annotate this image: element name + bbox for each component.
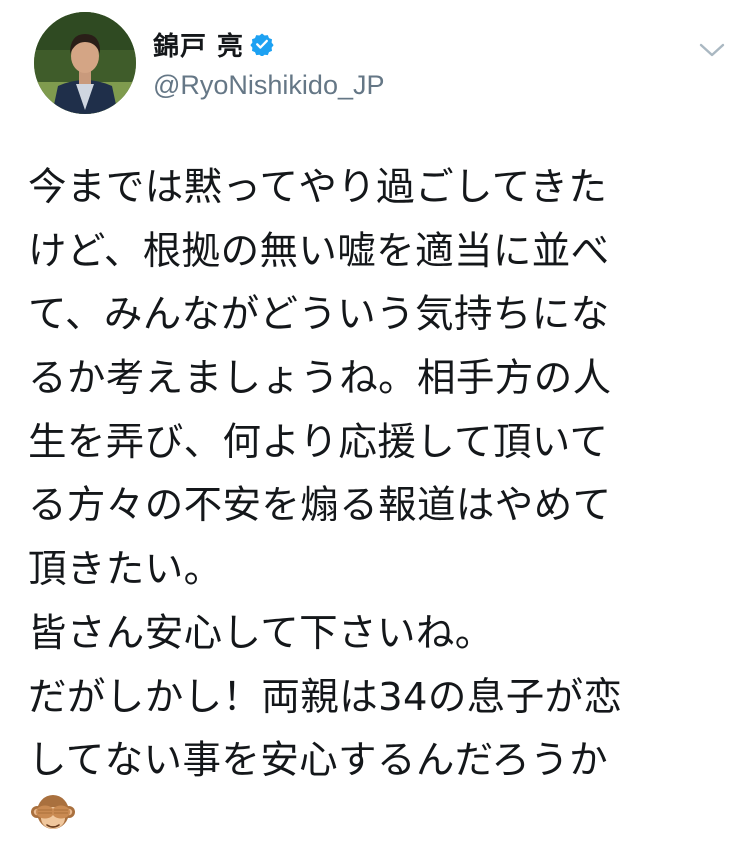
verified-badge-icon [250, 32, 274, 57]
tweet-line: してない事を安心するんだろうか [28, 738, 609, 784]
avatar[interactable] [34, 12, 136, 114]
tweet: 錦戸 亮 @RyoNishikido_JP 今までは黙ってやり過ごしてきた けど… [0, 0, 749, 849]
tweet-text: 今までは黙ってやり過ごしてきた けど、根拠の無い嘘を適当に並べ て、みんながどう… [28, 156, 728, 793]
tweet-header: 錦戸 亮 @RyoNishikido_JP [34, 12, 725, 116]
tweet-line: るか考えましょうね。相手方の人 [28, 356, 612, 402]
tweet-line: 頂きたい。 [28, 547, 223, 593]
tweet-line: る方々の不安を煽る報道はやめて [28, 483, 612, 529]
display-name-row: 錦戸 亮 [153, 26, 385, 62]
see-no-evil-monkey-icon [30, 790, 76, 836]
tweet-line: けど、根拠の無い嘘を適当に並べ [28, 228, 610, 274]
tweet-line: だがしかし！両親は34の息子が恋 [28, 674, 623, 720]
tweet-line: 今までは黙ってやり過ごしてきた [28, 165, 608, 210]
chevron-down-icon [699, 43, 725, 57]
display-name[interactable]: 錦戸 亮 [153, 26, 244, 63]
tweet-line: 生を弄び、何より応援して頂いて [28, 419, 609, 465]
handle[interactable]: @RyoNishikido_JP [153, 70, 385, 101]
tweet-line: て、みんながどういう気持ちにな [28, 292, 610, 338]
tweet-menu-button[interactable] [692, 30, 732, 70]
author-names: 錦戸 亮 @RyoNishikido_JP [153, 26, 385, 101]
tweet-line: 皆さん安心して下さいね。 [28, 610, 494, 656]
